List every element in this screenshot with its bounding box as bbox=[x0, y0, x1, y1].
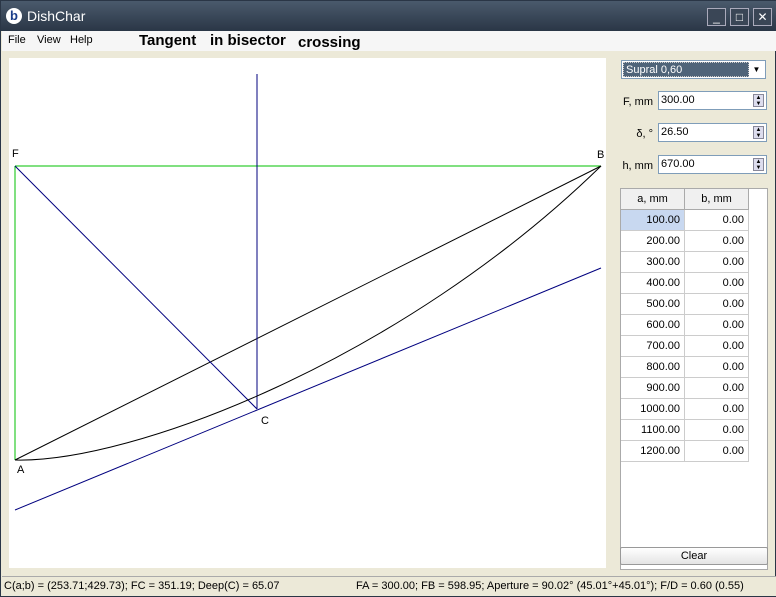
table-row: 1200.00 0.00 bbox=[621, 441, 767, 462]
cell-a[interactable]: 1000.00 bbox=[621, 399, 685, 420]
cell-a[interactable]: 300.00 bbox=[621, 252, 685, 273]
table-row: 400.00 0.00 bbox=[621, 273, 767, 294]
title-bar: b DishChar _ □ ✕ bbox=[1, 1, 776, 31]
close-button[interactable]: ✕ bbox=[753, 8, 772, 26]
delta-value: 26.50 bbox=[661, 126, 689, 138]
column-header-b[interactable]: b, mm bbox=[685, 189, 749, 210]
table-row: 900.00 0.00 bbox=[621, 378, 767, 399]
table-row: 600.00 0.00 bbox=[621, 315, 767, 336]
table-row: 1000.00 0.00 bbox=[621, 399, 767, 420]
field-h-label: h, mm bbox=[622, 160, 653, 172]
table-header: a, mm b, mm bbox=[621, 189, 767, 210]
window-title: DishChar bbox=[27, 8, 86, 24]
label-a: A bbox=[17, 464, 25, 476]
table-row: 1100.00 0.00 bbox=[621, 420, 767, 441]
main-window: b DishChar _ □ ✕ File View Help Tangent … bbox=[0, 0, 776, 597]
status-right: FA = 300.00; FB = 598.95; Aperture = 90.… bbox=[356, 580, 744, 592]
cell-b[interactable]: 0.00 bbox=[685, 336, 749, 357]
drawing-canvas[interactable]: F B A C bbox=[9, 58, 606, 568]
cell-b[interactable]: 0.00 bbox=[685, 231, 749, 252]
cell-b[interactable]: 0.00 bbox=[685, 210, 749, 231]
cell-a[interactable]: 200.00 bbox=[621, 231, 685, 252]
menu-bar: File View Help Tangent in bisector cross… bbox=[2, 31, 776, 51]
line-fc bbox=[14, 165, 258, 410]
f-value: 300.00 bbox=[661, 94, 695, 106]
table-row: 500.00 0.00 bbox=[621, 294, 767, 315]
menu-file[interactable]: File bbox=[8, 34, 26, 46]
cell-b[interactable]: 0.00 bbox=[685, 420, 749, 441]
cell-a[interactable]: 500.00 bbox=[621, 294, 685, 315]
heading-crossing: crossing bbox=[298, 34, 361, 51]
menu-view[interactable]: View bbox=[37, 34, 61, 46]
cell-b[interactable]: 0.00 bbox=[685, 315, 749, 336]
f-input[interactable]: 300.00 ▲ ▼ bbox=[658, 91, 767, 110]
cell-a[interactable]: 600.00 bbox=[621, 315, 685, 336]
cell-b[interactable]: 0.00 bbox=[685, 294, 749, 315]
cell-b[interactable]: 0.00 bbox=[685, 378, 749, 399]
spinner-icon[interactable]: ▲ ▼ bbox=[753, 94, 764, 107]
maximize-button[interactable]: □ bbox=[730, 8, 749, 26]
table-row: 700.00 0.00 bbox=[621, 336, 767, 357]
status-left: C(a;b) = (253.71;429.73); FC = 351.19; D… bbox=[4, 580, 280, 592]
cell-b[interactable]: 0.00 bbox=[685, 252, 749, 273]
menu-help[interactable]: Help bbox=[70, 34, 93, 46]
profile-select-value: Supral 0,60 bbox=[623, 62, 749, 77]
cell-b[interactable]: 0.00 bbox=[685, 441, 749, 462]
cell-a[interactable]: 100.00 bbox=[621, 210, 685, 231]
status-bar: C(a;b) = (253.71;429.73); FC = 351.19; D… bbox=[2, 576, 776, 596]
label-b: B bbox=[597, 149, 604, 161]
label-f: F bbox=[12, 148, 19, 160]
h-input[interactable]: 670.00 ▲ ▼ bbox=[658, 155, 767, 174]
table-row: 200.00 0.00 bbox=[621, 231, 767, 252]
cell-b[interactable]: 0.00 bbox=[685, 399, 749, 420]
field-f-label: F, mm bbox=[623, 96, 653, 108]
cell-a[interactable]: 400.00 bbox=[621, 273, 685, 294]
dish-diagram: F B A C bbox=[12, 74, 604, 511]
cell-a[interactable]: 1100.00 bbox=[621, 420, 685, 441]
cell-a[interactable]: 800.00 bbox=[621, 357, 685, 378]
spinner-icon[interactable]: ▲ ▼ bbox=[753, 158, 764, 171]
chord-ab bbox=[14, 165, 602, 461]
clear-button[interactable]: Clear bbox=[620, 547, 768, 565]
cell-b[interactable]: 0.00 bbox=[685, 357, 749, 378]
cell-a[interactable]: 700.00 bbox=[621, 336, 685, 357]
minimize-button[interactable]: _ bbox=[707, 8, 726, 26]
table-row: 800.00 0.00 bbox=[621, 357, 767, 378]
heading-tangent: Tangent bbox=[139, 32, 197, 49]
delta-input[interactable]: 26.50 ▲ ▼ bbox=[658, 123, 767, 142]
cell-b[interactable]: 0.00 bbox=[685, 273, 749, 294]
table-row: 100.00 0.00 bbox=[621, 210, 767, 231]
cell-a[interactable]: 900.00 bbox=[621, 378, 685, 399]
label-c: C bbox=[261, 415, 269, 427]
profile-select[interactable]: Supral 0,60 ▼ bbox=[621, 60, 766, 79]
h-value: 670.00 bbox=[661, 158, 695, 170]
table-row: 300.00 0.00 bbox=[621, 252, 767, 273]
field-delta-label: δ, ° bbox=[636, 128, 653, 140]
spinner-icon[interactable]: ▲ ▼ bbox=[753, 126, 764, 139]
heading-in-bisector: in bisector bbox=[210, 32, 286, 49]
points-table: a, mm b, mm 100.00 0.00 200.00 0.00 300.00 0.… bbox=[620, 188, 768, 570]
tangent-line bbox=[14, 267, 602, 511]
app-logo-icon: b bbox=[6, 8, 22, 24]
parameters-panel: Supral 0,60 ▼ F, mm 300.00 ▲ ▼ δ, ° 26.50 ▲… bbox=[613, 51, 775, 571]
chevron-down-icon[interactable]: ▼ bbox=[749, 62, 764, 77]
column-header-a[interactable]: a, mm bbox=[621, 189, 685, 210]
cell-a[interactable]: 1200.00 bbox=[621, 441, 685, 462]
